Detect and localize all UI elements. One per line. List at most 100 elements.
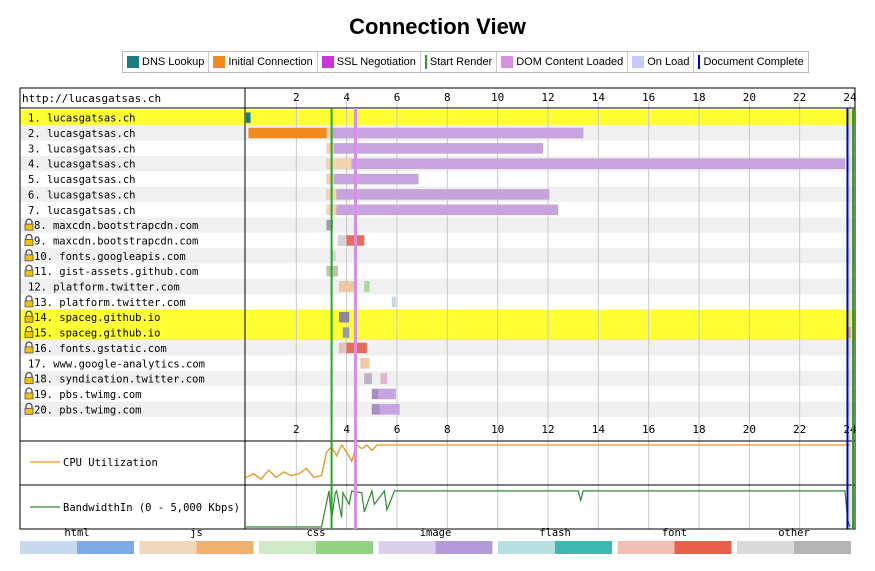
type-legend-label: image [420,527,452,539]
request-bar [338,342,347,354]
request-bar [336,204,559,216]
request-bar [248,127,327,139]
type-legend-light-swatch [139,541,197,554]
request-bar [371,403,380,415]
origin-label: http://lucasgatsas.ch [22,92,161,105]
lock-icon [24,331,34,338]
request-bar [364,373,373,385]
row-label: 8. maxcdn.bootstrapcdn.com [34,220,198,232]
type-legend-dark-swatch [435,541,493,554]
type-legend-label: font [662,527,687,539]
row-label: 10. fonts.googleapis.com [34,251,186,263]
waterfall-chart: 2244668810101212141416161818202022222424… [19,87,857,554]
x-tick-label: 18 [692,423,705,436]
x-tick-label: 18 [692,91,705,104]
request-bar [342,327,350,338]
row-label: 12. platform.twitter.com [28,282,180,294]
row-label: 18. syndication.twitter.com [34,374,205,386]
request-bar [326,142,335,154]
request-bar [338,311,350,323]
row-label: 9. maxcdn.bootstrapcdn.com [34,235,198,247]
type-legend-dark-swatch [316,541,373,554]
x-tick-label: 6 [394,423,401,436]
lock-icon [24,377,34,385]
cpu-label: CPU Utilization [63,457,158,469]
request-bar [336,189,550,200]
row-label: 2. lucasgatsas.ch [28,128,135,140]
row-background [20,110,855,126]
lock-icon [24,346,34,354]
request-bar [391,296,396,308]
request-bar [333,142,544,154]
type-legend-label: other [778,527,810,539]
type-legend-dark-swatch [674,541,732,554]
row-label: 5. lucasgatsas.ch [28,174,135,186]
request-bar [377,388,396,400]
lock-icon [24,300,34,308]
request-bar [351,158,846,170]
type-legend-light-swatch [259,541,316,554]
request-bar [337,235,347,246]
type-legend-label: flash [539,527,571,539]
row-background [20,171,855,187]
row-label: 6. lucasgatsas.ch [28,189,135,201]
x-tick-label: 2 [293,91,300,104]
x-tick-label: 14 [592,423,606,436]
type-legend-light-swatch [737,541,794,554]
row-label: 15. spaceg.github.io [34,328,160,340]
x-tick-label: 4 [343,423,350,436]
row-label: 17. www.google-analytics.com [28,358,205,370]
row-label: 11. gist-assets.github.com [34,266,198,278]
x-tick-label: 12 [541,423,554,436]
lock-icon [24,269,34,277]
lock-icon [24,407,34,415]
row-background [20,386,855,402]
row-label: 19. pbs.twimg.com [34,389,141,401]
request-bar [326,158,352,170]
x-tick-label: 8 [444,91,451,104]
type-legend-label: css [307,527,326,539]
lock-icon [24,254,34,262]
request-bar [379,403,400,415]
lock-icon [24,223,34,231]
x-tick-label: 2 [293,423,300,436]
request-bar [371,388,379,400]
type-legend-label: html [64,527,89,539]
request-bar [326,173,335,185]
request-bar [245,112,251,124]
x-tick-label: 16 [642,423,655,436]
row-label: 20. pbs.twimg.com [34,404,141,416]
row-label: 1. lucasgatsas.ch [28,113,135,125]
type-legend-light-swatch [20,541,77,554]
x-tick-label: 14 [592,91,606,104]
row-label: 14. spaceg.github.io [34,312,160,324]
type-legend-dark-swatch [77,541,134,554]
row-label: 4. lucasgatsas.ch [28,159,135,171]
lock-icon [24,392,34,400]
type-legend-light-swatch [617,541,675,554]
row-label: 16. fonts.gstatic.com [34,343,167,355]
request-bar [848,327,851,338]
x-tick-label: 16 [642,91,655,104]
x-tick-label: 10 [491,423,504,436]
x-tick-label: 20 [743,91,756,104]
request-bar [360,357,370,369]
type-legend-dark-swatch [794,541,851,554]
lock-icon [24,239,34,246]
request-bar [364,281,370,292]
type-legend-label: js [190,527,203,539]
x-tick-label: 22 [793,91,806,104]
row-label: 3. lucasgatsas.ch [28,143,135,155]
row-label: 13. platform.twitter.com [34,297,186,309]
x-tick-label: 6 [394,91,401,104]
type-legend-dark-swatch [196,541,254,554]
x-tick-label: 22 [793,423,806,436]
lock-icon [24,315,34,323]
row-label: 7. lucasgatsas.ch [28,205,135,217]
request-bar [332,127,584,139]
x-tick-label: 10 [491,91,504,104]
x-tick-label: 4 [343,91,350,104]
request-bar [380,373,388,385]
type-legend-light-swatch [378,541,436,554]
x-tick-label: 20 [743,423,756,436]
